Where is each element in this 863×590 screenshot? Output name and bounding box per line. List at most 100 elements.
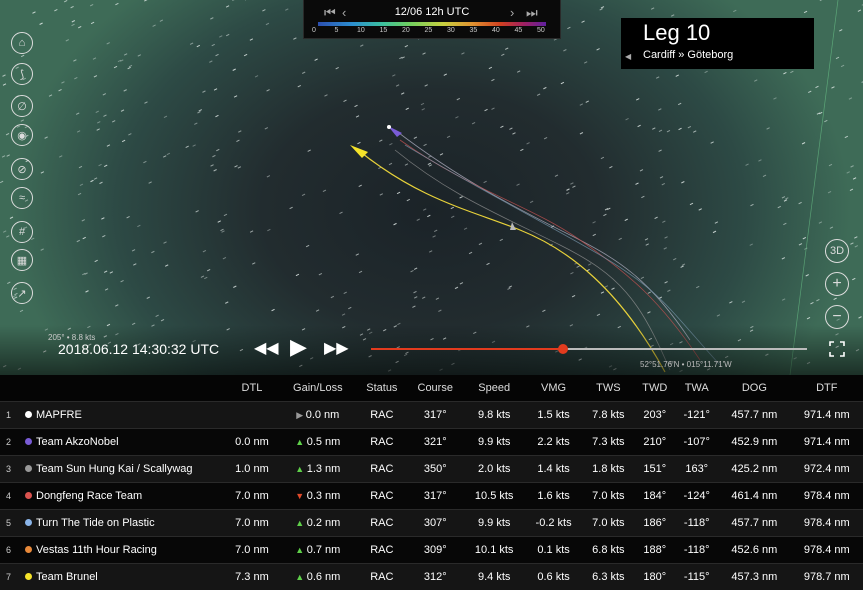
- boat-mapfre: [387, 125, 391, 129]
- dtf-cell: 978.7 nm: [791, 564, 863, 590]
- course-cell: 317°: [407, 402, 464, 429]
- leg-title: Leg 10: [643, 20, 710, 46]
- table-row[interactable]: 5Turn The Tide on Plastic7.0 nm▲ 0.2 nmR…: [0, 510, 863, 537]
- column-header[interactable]: TWA: [675, 375, 718, 402]
- twa-cell: -115°: [675, 564, 718, 590]
- column-header[interactable]: Course: [407, 375, 464, 402]
- map-book-icon[interactable]: ⌂: [11, 32, 33, 54]
- team-dot-icon: [25, 519, 32, 526]
- column-header[interactable]: TWS: [582, 375, 634, 402]
- team-dot-icon: [25, 411, 32, 418]
- table-row[interactable]: 1MAPFRE▶ 0.0 nmRAC317°9.8 kts1.5 kts7.8 …: [0, 402, 863, 429]
- rewind-icon[interactable]: ◀◀: [254, 338, 279, 358]
- vmg-cell: -0.2 kts: [525, 510, 583, 537]
- rank-cell: 4: [0, 483, 21, 510]
- twd-cell: 186°: [634, 510, 675, 537]
- current-icon[interactable]: ≈: [11, 187, 33, 209]
- table-row[interactable]: 4Dongfeng Race Team7.0 nm▼ 0.3 nmRAC317°…: [0, 483, 863, 510]
- team-color-dot: [21, 456, 35, 483]
- compass-icon[interactable]: ∅: [11, 95, 33, 117]
- column-header[interactable]: Gain/Loss: [279, 375, 357, 402]
- dtl-cell: 0.0 nm: [225, 429, 279, 456]
- dtl-cell: [225, 402, 279, 429]
- column-header[interactable]: TWD: [634, 375, 675, 402]
- table-row[interactable]: 6Vestas 11th Hour Racing7.0 nm▲ 0.7 nmRA…: [0, 537, 863, 564]
- gain-cell: ▶ 0.0 nm: [279, 402, 357, 429]
- course-cell: 309°: [407, 537, 464, 564]
- collapse-arrow-icon[interactable]: ◀: [625, 52, 631, 61]
- gain-value: 0.0 nm: [306, 409, 340, 421]
- fullscreen-icon[interactable]: [829, 341, 845, 357]
- twa-cell: -121°: [675, 402, 718, 429]
- team-dot-icon: [25, 546, 32, 553]
- wind-scale-tick: 35: [470, 27, 478, 34]
- chart-icon[interactable]: ↗: [11, 282, 33, 304]
- playback-slider[interactable]: [371, 348, 807, 350]
- twd-cell: 188°: [634, 537, 675, 564]
- wind-scale-tick: 5: [335, 27, 339, 34]
- layers-icon[interactable]: ▦: [11, 249, 33, 271]
- gain-value: 0.6 nm: [307, 571, 341, 583]
- column-header[interactable]: VMG: [525, 375, 583, 402]
- team-name: Turn The Tide on Plastic: [35, 510, 225, 537]
- rank-cell: 1: [0, 402, 21, 429]
- speed-cell: 9.8 kts: [464, 402, 525, 429]
- vmg-cell: 0.1 kts: [525, 537, 583, 564]
- team-name: Team Sun Hung Kai / Scallywag: [35, 456, 225, 483]
- zoom-in-button[interactable]: +: [825, 272, 849, 296]
- column-header[interactable]: DTF: [791, 375, 863, 402]
- table-row[interactable]: 2Team AkzoNobel0.0 nm▲ 0.5 nmRAC321°9.9 …: [0, 429, 863, 456]
- vmg-cell: 0.6 kts: [525, 564, 583, 590]
- tws-cell: 7.0 kts: [582, 510, 634, 537]
- wind-scale-tick: 20: [402, 27, 410, 34]
- dtl-cell: 7.0 nm: [225, 510, 279, 537]
- tws-cell: 7.8 kts: [582, 402, 634, 429]
- course-cell: 350°: [407, 456, 464, 483]
- column-header[interactable]: Speed: [464, 375, 525, 402]
- playback-progress: [371, 348, 563, 350]
- speed-cell: 9.9 kts: [464, 429, 525, 456]
- team-color-dot: [21, 429, 35, 456]
- playback-timestamp: 2018.06.12 14:30:32 UTC: [58, 341, 219, 357]
- speed-cell: 9.9 kts: [464, 510, 525, 537]
- dog-cell: 457.7 nm: [718, 402, 790, 429]
- column-header[interactable]: Status: [357, 375, 407, 402]
- camera-icon[interactable]: ◉: [11, 124, 33, 146]
- column-header[interactable]: DTL: [225, 375, 279, 402]
- wind-icon[interactable]: ⊘: [11, 158, 33, 180]
- route-icon[interactable]: ⟆: [11, 63, 33, 85]
- team-dot-icon: [25, 492, 32, 499]
- column-header[interactable]: DOG: [718, 375, 790, 402]
- play-icon[interactable]: ▶: [290, 334, 307, 360]
- view-3d-button[interactable]: 3D: [825, 239, 849, 263]
- tws-cell: 7.0 kts: [582, 483, 634, 510]
- table-row[interactable]: 3Team Sun Hung Kai / Scallywag1.0 nm▲ 1.…: [0, 456, 863, 483]
- speed-cell: 9.4 kts: [464, 564, 525, 590]
- race-map[interactable]: ⏮ ‹ › ⏭ 12/06 12h UTC 051015202530354045…: [0, 0, 863, 375]
- track-team-akzonobel: [395, 130, 690, 340]
- fast-forward-icon[interactable]: ▶▶: [324, 338, 349, 358]
- gain-cell: ▼ 0.3 nm: [279, 483, 357, 510]
- playback-handle[interactable]: [558, 344, 568, 354]
- dog-cell: 461.4 nm: [718, 483, 790, 510]
- table-row[interactable]: 7Team Brunel7.3 nm▲ 0.6 nmRAC312°9.4 kts…: [0, 564, 863, 590]
- grid-icon[interactable]: #: [11, 221, 33, 243]
- status-cell: RAC: [357, 537, 407, 564]
- twa-cell: 163°: [675, 456, 718, 483]
- rank-cell: 6: [0, 537, 21, 564]
- tws-cell: 6.8 kts: [582, 537, 634, 564]
- gain-up-icon: ▲: [295, 518, 306, 528]
- twa-cell: -124°: [675, 483, 718, 510]
- twd-cell: 180°: [634, 564, 675, 590]
- leg-panel: Leg 10 ◀ Cardiff » Göteborg: [621, 18, 814, 69]
- twd-cell: 203°: [634, 402, 675, 429]
- gain-cell: ▲ 0.6 nm: [279, 564, 357, 590]
- gain-down-icon: ▼: [295, 491, 306, 501]
- course-cell: 321°: [407, 429, 464, 456]
- dog-cell: 425.2 nm: [718, 456, 790, 483]
- wind-scale-ticks: 05101520253035404550: [312, 27, 552, 37]
- wind-scale-tick: 10: [357, 27, 365, 34]
- vmg-cell: 1.5 kts: [525, 402, 583, 429]
- status-cell: RAC: [357, 429, 407, 456]
- gain-cell: ▲ 0.2 nm: [279, 510, 357, 537]
